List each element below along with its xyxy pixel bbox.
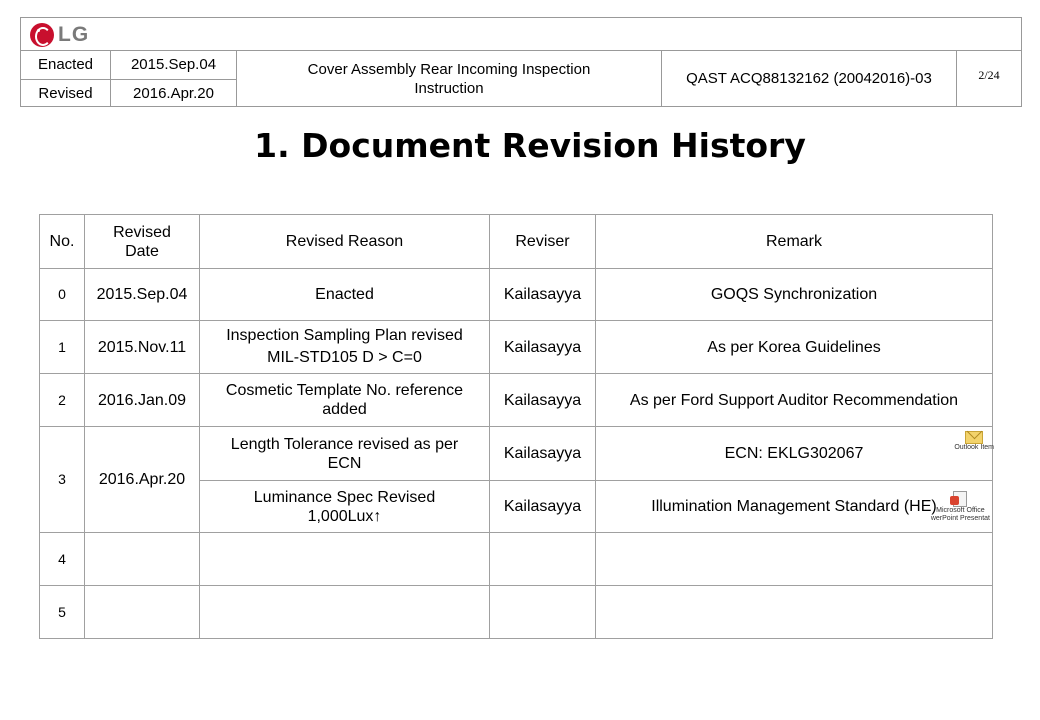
row-remark (595, 585, 993, 639)
header-no: No. (39, 214, 85, 269)
attachment-label: Outlook Item (954, 444, 994, 451)
row-no: 0 (39, 268, 85, 321)
row-no: 1 (39, 320, 85, 374)
table-row: 4 (39, 532, 993, 586)
table-row: 0 2015.Sep.04 Enacted Kailasayya GOQS Sy… (39, 268, 993, 321)
revised-label: Revised (21, 79, 110, 107)
row-date (84, 532, 200, 586)
lg-logo: LG (30, 23, 89, 47)
table-row: 2 2016.Jan.09 Cosmetic Template No. refe… (39, 373, 993, 427)
row-reviser (489, 532, 596, 586)
header-reviser: Reviser (489, 214, 596, 269)
row-reason: Cosmetic Template No. reference added (199, 373, 490, 427)
powerpoint-attachment[interactable]: Microsoft Office werPoint Presentat (931, 491, 990, 523)
row-no: 4 (39, 532, 85, 586)
row-reviser: Kailasayya (489, 268, 596, 321)
header-revised-reason: Revised Reason (199, 214, 490, 269)
revision-history-table: No. Revised Date Revised Reason Reviser … (39, 214, 994, 639)
header-remark: Remark (595, 214, 993, 269)
row-reviser (489, 585, 596, 639)
remark-text: Illumination Management Standard (HE) (651, 498, 937, 515)
row-remark (595, 532, 993, 586)
row-date (84, 585, 200, 639)
page-title: 1. Document Revision History (254, 126, 806, 165)
row-remark: As per Korea Guidelines (595, 320, 993, 374)
row-date: 2016.Apr.20 (84, 426, 200, 533)
row-reviser: Kailasayya (489, 480, 596, 533)
envelope-icon (965, 431, 984, 444)
row-reason: Enacted (199, 268, 490, 321)
row-reason: Luminance Spec Revised 1,000Lux↑ (199, 480, 490, 533)
enacted-date: 2015.Sep.04 (110, 50, 236, 79)
enacted-label: Enacted (37, 56, 94, 73)
document-header: LG Enacted 2015.Sep.04 Revised 2016.Apr.… (20, 17, 1022, 107)
row-reviser: Kailasayya (489, 373, 596, 427)
header-revised-date: Revised Date (84, 214, 200, 269)
row-reviser: Kailasayya (489, 426, 596, 481)
row-reason (199, 532, 490, 586)
revised-date: 2016.Apr.20 (110, 79, 236, 107)
row-reason: Length Tolerance revised as per ECN (199, 426, 490, 481)
row-remark: GOQS Synchronization (595, 268, 993, 321)
row-remark: ECN: EKLG302067 Outlook Item (595, 426, 994, 481)
row-remark: As per Ford Support Auditor Recommendati… (595, 373, 993, 427)
row-no: 2 (39, 373, 85, 427)
remark-text: ECN: EKLG302067 (724, 445, 864, 462)
row-reason (199, 585, 490, 639)
outlook-item-attachment[interactable]: Outlook Item (954, 431, 994, 452)
row-date: 2015.Nov.11 (84, 320, 200, 374)
logo-row: LG (21, 18, 1021, 51)
row-no: 3 (39, 426, 85, 533)
lg-logo-text: LG (58, 23, 90, 46)
row-no: 5 (39, 585, 85, 639)
doc-title: Cover Assembly Rear Incoming Inspection … (236, 50, 661, 107)
table-row: 1 2015.Nov.11 Inspection Sampling Plan r… (39, 320, 993, 374)
attachment-label: werPoint Presentat (930, 515, 990, 522)
lg-logo-icon (30, 23, 54, 47)
row-reviser: Kailasayya (489, 320, 596, 374)
page-number: 2/24 (956, 50, 1021, 107)
row-date: 2016.Jan.09 (84, 373, 200, 427)
powerpoint-icon (950, 491, 968, 507)
row-date: 2015.Sep.04 (84, 268, 200, 321)
table-header-row: No. Revised Date Revised Reason Reviser … (39, 214, 993, 269)
table-row: 3 2016.Apr.20 Length Tolerance revised a… (39, 426, 994, 533)
table-row: 5 (39, 585, 993, 639)
attachment-label: Microsoft Office (936, 507, 985, 514)
row-reason: Inspection Sampling Plan revised MIL-STD1… (199, 320, 490, 374)
doc-code: QAST ACQ88132162 (20042016)-03 (661, 50, 956, 107)
row-remark: Illumination Management Standard (HE) Mi… (595, 480, 993, 533)
